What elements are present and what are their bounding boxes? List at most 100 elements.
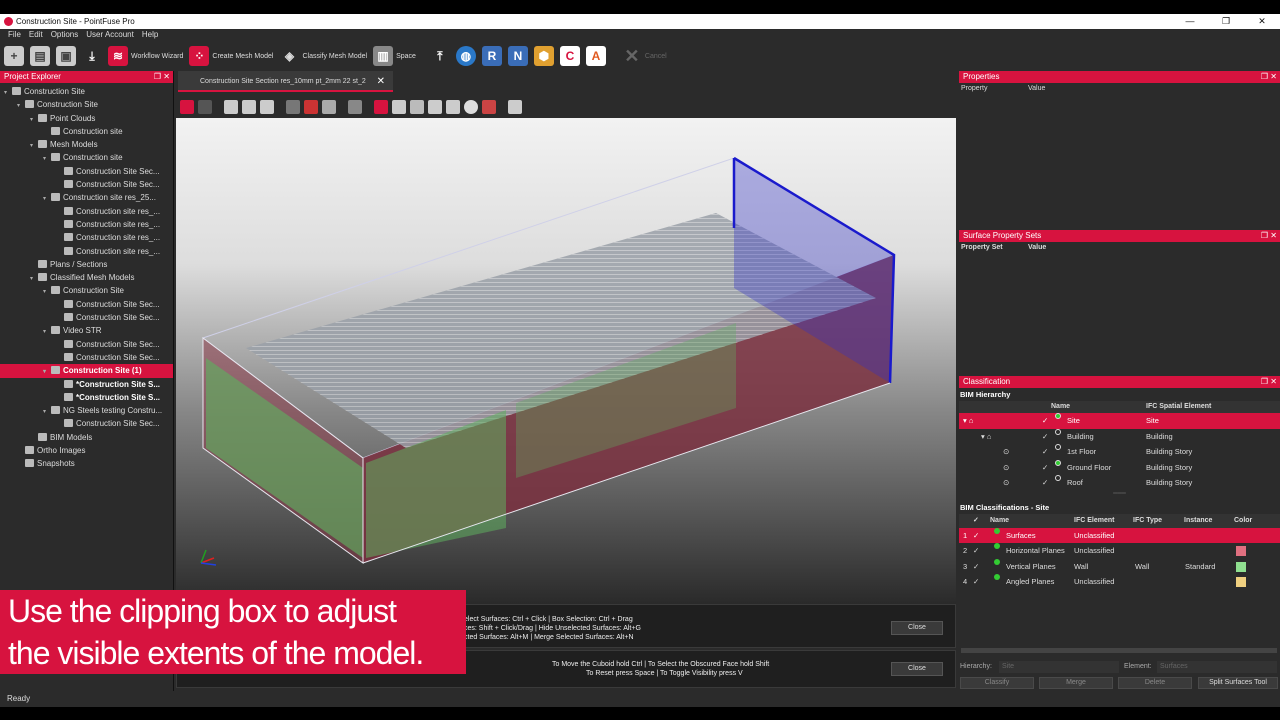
hierarchy-row[interactable]: ▾ ⌂ ✓ Building Building [959,428,1280,445]
delete-button[interactable]: Delete [1118,677,1192,689]
hier-check[interactable]: ✓ [1042,475,1048,491]
tree-item[interactable]: Construction site res_... [0,231,173,244]
hierarchy-row[interactable]: ▾ ⌂ ✓ Site Site [959,413,1280,429]
create-mesh-model-button[interactable]: ⁘ Create Mesh Model [189,44,273,68]
globe-export-icon[interactable]: ◍ [455,46,476,66]
classification-row[interactable]: 3 ✓ Vertical Planes Wall Wall Standard [959,558,1280,575]
menu-help[interactable]: Help [138,29,162,41]
camera-icon[interactable] [508,100,522,114]
surface-props-panel-controls-icon[interactable]: ❐ ✕ [1261,230,1277,242]
tree-item[interactable]: ▾ Construction Site [0,284,173,297]
classification-row[interactable]: 1 ✓ Surfaces Unclassified [959,527,1280,544]
color-mode-icon[interactable] [304,100,318,114]
class-row-check[interactable]: ✓ [973,528,979,544]
cancel-button[interactable]: ✕ Cancel [622,44,666,68]
class-row-check[interactable]: ✓ [973,559,979,575]
classification-panel-controls-icon[interactable]: ❐ ✕ [1261,376,1277,388]
tree-item[interactable]: Construction Site Sec... [0,178,173,191]
menu-user-account[interactable]: User Account [82,29,138,41]
tree-item[interactable]: ▾ Construction Site [0,85,173,98]
tree-item[interactable]: Construction site [0,125,173,138]
hier-check[interactable]: ✓ [1042,413,1048,429]
hierarchy-row[interactable]: ⊙ ✓ 1st Floor Building Story [959,444,1280,460]
menu-options[interactable]: Options [47,29,83,41]
tree-item[interactable]: Construction Site Sec... [0,351,173,364]
paint-icon[interactable] [482,100,496,114]
tree-item[interactable]: Construction Site Sec... [0,338,173,351]
section-view-icon[interactable] [242,100,256,114]
view-tab[interactable]: Construction Site Section res_10mm pt_2m… [178,71,393,92]
box-toggle-icon[interactable] [428,100,442,114]
close-help-button[interactable]: Close [891,621,943,635]
tree-item[interactable]: ▾ Video STR [0,324,173,337]
menu-file[interactable]: File [4,29,25,41]
hier-check[interactable]: ✓ [1042,429,1048,445]
navisworks-n-icon[interactable]: N [507,46,528,66]
horizontal-scrollbar[interactable] [961,648,1277,653]
3d-viewport[interactable] [176,118,956,604]
c-export-icon[interactable]: C [559,46,580,66]
tree-item[interactable]: ▾ Classified Mesh Models [0,271,173,284]
select-surface-tool-icon[interactable] [180,100,194,114]
element-field-input[interactable]: Surfaces [1157,661,1277,673]
class-color-swatch[interactable] [1236,561,1246,572]
maximize-button[interactable]: ❐ [1208,14,1244,29]
hierarchy-row[interactable]: ⊙ ✓ Roof Building Story [959,475,1280,491]
split-surfaces-tool-button[interactable]: Split Surfaces Tool [1198,677,1278,689]
clipping-box-icon[interactable] [374,100,388,114]
splitter-handle[interactable]: ═══ [959,491,1280,501]
tree-item[interactable]: Snapshots [0,457,173,470]
class-row-check[interactable]: ✓ [973,574,979,590]
box-select-tool-icon[interactable] [198,100,212,114]
tree-item[interactable]: Construction Site Sec... [0,417,173,430]
hierarchy-field-input[interactable]: Site [999,661,1119,673]
tree-item[interactable]: ▾ Construction Site (1) [0,364,173,378]
close-cuboid-help-button[interactable]: Close [891,662,943,676]
hier-check[interactable]: ✓ [1042,444,1048,460]
tree-item[interactable]: ▾ Construction site [0,151,173,164]
classification-row[interactable]: 4 ✓ Angled Planes Unclassified [959,574,1280,590]
mesh-display-icon[interactable] [322,100,336,114]
cube-view-icon[interactable] [224,100,238,114]
properties-panel-controls-icon[interactable]: ❐ ✕ [1261,71,1277,83]
save-icon[interactable]: ▣ [56,46,76,66]
tree-item[interactable]: ▾ Mesh Models [0,138,173,151]
revit-r-icon[interactable]: R [481,46,502,66]
panel-float-close-icon[interactable]: ❐ ✕ [154,71,170,83]
crop-icon[interactable] [392,100,406,114]
grid-icon[interactable] [348,100,362,114]
tree-item[interactable]: Construction site res_... [0,205,173,218]
space-button[interactable]: ▥ Space [373,44,416,68]
close-window-button[interactable]: ✕ [1244,14,1280,29]
a-export-icon[interactable]: A [585,46,606,66]
class-color-swatch[interactable] [1236,577,1246,587]
classification-row[interactable]: 2 ✓ Horizontal Planes Unclassified [959,543,1280,559]
tree-item[interactable]: *Construction Site S... [0,378,173,391]
layers-toggle-icon[interactable] [410,100,424,114]
tree-item[interactable]: Construction Site Sec... [0,165,173,178]
hier-check[interactable]: ✓ [1042,460,1048,476]
new-project-icon[interactable]: + [4,46,24,66]
workflow-wizard-button[interactable]: ≋ Workflow Wizard [108,44,183,68]
class-row-check[interactable]: ✓ [973,543,979,559]
export-icon[interactable]: ⤒ [430,46,450,66]
tree-item[interactable]: ▾ NG Steels testing Constru... [0,404,173,417]
tree-item[interactable]: Plans / Sections [0,258,173,271]
tree-item[interactable]: Construction site res_... [0,245,173,258]
aperture-icon[interactable] [464,100,478,114]
tree-item[interactable]: Construction Site Sec... [0,298,173,311]
hexagon-export-icon[interactable]: ⬢ [533,46,554,66]
tree-item[interactable]: *Construction Site S... [0,391,173,404]
view-tab-close-icon[interactable]: ✕ [377,71,385,92]
merge-button[interactable]: Merge [1039,677,1113,689]
frame-icon[interactable] [446,100,460,114]
cloud-icon[interactable] [286,100,300,114]
tree-item[interactable]: Construction site res_... [0,218,173,231]
minimize-button[interactable]: — [1172,14,1208,29]
tree-item[interactable]: Construction Site Sec... [0,311,173,324]
class-color-swatch[interactable] [1236,546,1246,556]
tree-item[interactable]: ▾ Construction site res_25... [0,191,173,204]
menu-edit[interactable]: Edit [25,29,47,41]
open-project-icon[interactable]: ▤ [30,46,50,66]
tree-item[interactable]: Ortho Images [0,444,173,457]
